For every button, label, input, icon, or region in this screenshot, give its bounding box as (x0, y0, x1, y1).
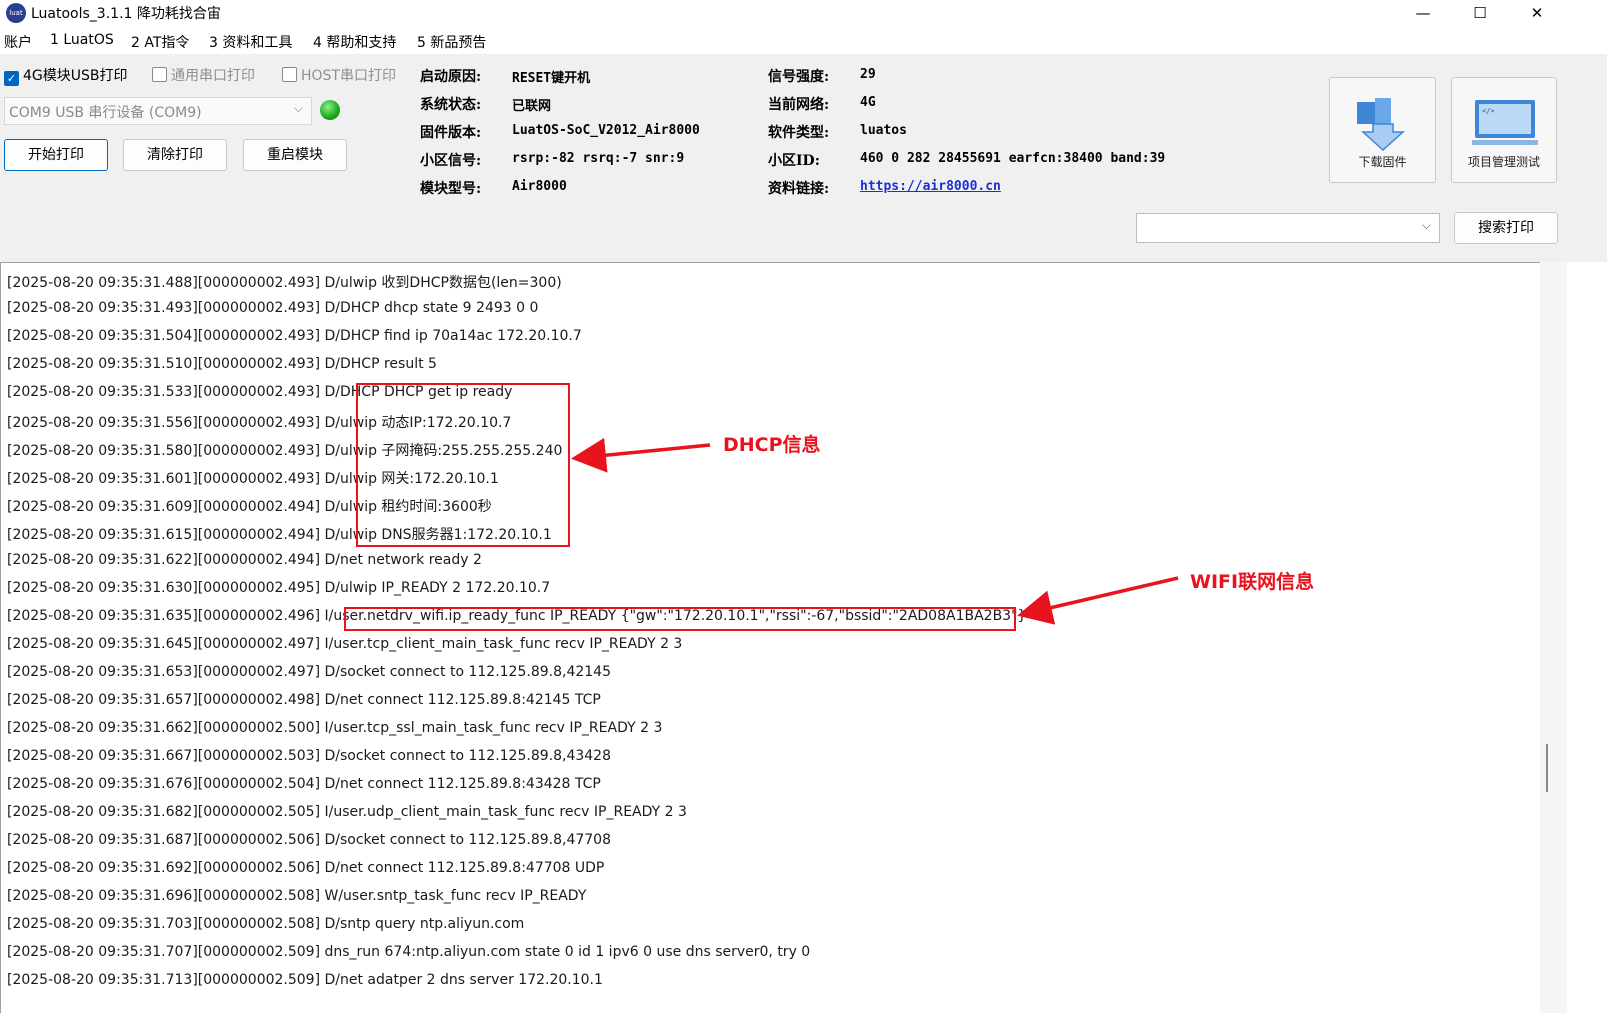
port-select-value: COM9 USB 串行设备 (COM9) (9, 105, 202, 121)
current-network-value: 4G (860, 95, 876, 110)
search-input[interactable]: ⌵ (1136, 213, 1440, 243)
menu-resources[interactable]: 3 资料和工具 (209, 32, 292, 52)
log-line: [2025-08-20 09:35:31.682][000000002.505]… (7, 804, 687, 820)
monitor-code-icon: </> (1472, 100, 1538, 145)
docs-link[interactable]: https://air8000.cn (860, 179, 1001, 194)
project-management-label: 项目管理测试 (1467, 155, 1540, 169)
cell-id-value: 460 0 282 28455691 earfcn:38400 band:39 (860, 151, 1166, 166)
app-logo: luat (6, 3, 26, 23)
log-output[interactable]: [2025-08-20 09:35:31.488][000000002.493]… (0, 262, 1540, 1013)
svg-text:</>: </> (1482, 107, 1495, 115)
connection-status-led-icon (320, 100, 340, 120)
minimize-button[interactable]: — (1400, 0, 1446, 26)
log-line: [2025-08-20 09:35:31.667][000000002.503]… (7, 748, 611, 764)
wifi-highlight-box (344, 607, 1016, 631)
download-icon (1357, 98, 1405, 152)
serial-print-checkbox[interactable]: 通用串口打印 (152, 65, 255, 85)
signal-strength-value: 29 (860, 67, 876, 82)
menu-new-products[interactable]: 5 新品预告 (417, 32, 486, 52)
module-model-value: Air8000 (512, 179, 567, 194)
log-line: [2025-08-20 09:35:31.713][000000002.509]… (7, 972, 603, 988)
chevron-down-icon: ⌵ (293, 101, 303, 115)
serial-print-label: 通用串口打印 (171, 68, 255, 84)
checkbox-empty-icon (152, 67, 167, 82)
maximize-button[interactable]: ☐ (1457, 0, 1503, 26)
software-type-value: luatos (860, 123, 907, 138)
log-line: [2025-08-20 09:35:31.696][000000002.508]… (7, 888, 587, 904)
usb-print-label: 4G模块USB打印 (23, 68, 128, 84)
log-line: [2025-08-20 09:35:31.630][000000002.495]… (7, 580, 551, 596)
signal-strength-label: 信号强度: (768, 69, 830, 85)
close-button[interactable]: ✕ (1514, 0, 1560, 26)
window-title: Luatools_3.1.1 降功耗找合宙 (31, 6, 221, 22)
firmware-value: LuatOS-SoC_V2012_Air8000 (512, 123, 700, 138)
host-print-label: HOST串口打印 (301, 68, 396, 84)
log-scrollbar-thumb[interactable] (1546, 744, 1548, 792)
search-print-button[interactable]: 搜索打印 (1454, 212, 1558, 244)
log-line: [2025-08-20 09:35:31.510][000000002.493]… (7, 356, 437, 372)
system-state-value: 已联网 (512, 99, 552, 114)
menu-bar: 账户 1 LuatOS 2 AT指令 3 资料和工具 4 帮助和支持 5 新品预… (0, 29, 1607, 53)
log-line: [2025-08-20 09:35:31.653][000000002.497]… (7, 664, 611, 680)
clear-print-button[interactable]: 清除打印 (123, 139, 227, 171)
checkbox-empty-icon (282, 67, 297, 82)
docs-link-label: 资料链接: (768, 181, 830, 197)
log-line: [2025-08-20 09:35:31.488][000000002.493]… (7, 275, 562, 291)
download-firmware-label: 下载固件 (1358, 155, 1407, 169)
software-type-label: 软件类型: (768, 125, 830, 141)
usb-print-checkbox[interactable]: ✓ 4G模块USB打印 (4, 65, 128, 86)
cell-signal-label: 小区信号: (420, 153, 482, 169)
boot-reason-value: RESET键开机 (512, 71, 591, 86)
system-state-label: 系统状态: (420, 97, 482, 113)
log-line: [2025-08-20 09:35:31.645][000000002.497]… (7, 636, 683, 652)
log-line: [2025-08-20 09:35:31.707][000000002.509]… (7, 944, 811, 960)
project-management-button[interactable]: </> 项目管理测试 (1451, 77, 1557, 183)
log-line: [2025-08-20 09:35:31.662][000000002.500]… (7, 720, 663, 736)
menu-luatos[interactable]: 1 LuatOS (50, 32, 114, 48)
download-firmware-button[interactable]: 下载固件 (1329, 77, 1436, 183)
wifi-annotation-label: WIFI联网信息 (1190, 571, 1315, 593)
log-line: [2025-08-20 09:35:31.692][000000002.506]… (7, 860, 605, 876)
dhcp-annotation-label: DHCP信息 (723, 434, 821, 456)
log-scrollbar[interactable] (1540, 262, 1567, 1013)
log-line: [2025-08-20 09:35:31.657][000000002.498]… (7, 692, 601, 708)
menu-at-commands[interactable]: 2 AT指令 (131, 32, 189, 52)
firmware-label: 固件版本: (420, 125, 482, 141)
menu-account[interactable]: 账户 (4, 32, 32, 52)
host-print-checkbox[interactable]: HOST串口打印 (282, 65, 396, 85)
checkbox-checked-icon: ✓ (4, 71, 19, 86)
log-line: [2025-08-20 09:35:31.703][000000002.508]… (7, 916, 525, 932)
log-line: [2025-08-20 09:35:31.493][000000002.493]… (7, 300, 539, 316)
dhcp-highlight-box (356, 383, 570, 547)
restart-module-button[interactable]: 重启模块 (243, 139, 347, 171)
log-line: [2025-08-20 09:35:31.622][000000002.494]… (7, 552, 482, 568)
cell-id-label: 小区ID: (768, 153, 820, 169)
current-network-label: 当前网络: (768, 97, 830, 113)
start-print-button[interactable]: 开始打印 (4, 139, 108, 171)
log-line: [2025-08-20 09:35:31.687][000000002.506]… (7, 832, 611, 848)
port-select[interactable]: COM9 USB 串行设备 (COM9) ⌵ (4, 97, 312, 125)
log-line: [2025-08-20 09:35:31.504][000000002.493]… (7, 328, 582, 344)
chevron-down-icon: ⌵ (1421, 218, 1431, 232)
boot-reason-label: 启动原因: (420, 69, 482, 85)
cell-signal-value: rsrp:-82 rsrq:-7 snr:9 (512, 151, 685, 166)
log-line: [2025-08-20 09:35:31.676][000000002.504]… (7, 776, 601, 792)
title-bar: luat Luatools_3.1.1 降功耗找合宙 — ☐ ✕ (0, 0, 1607, 26)
menu-help[interactable]: 4 帮助和支持 (313, 32, 396, 52)
module-model-label: 模块型号: (420, 181, 482, 197)
